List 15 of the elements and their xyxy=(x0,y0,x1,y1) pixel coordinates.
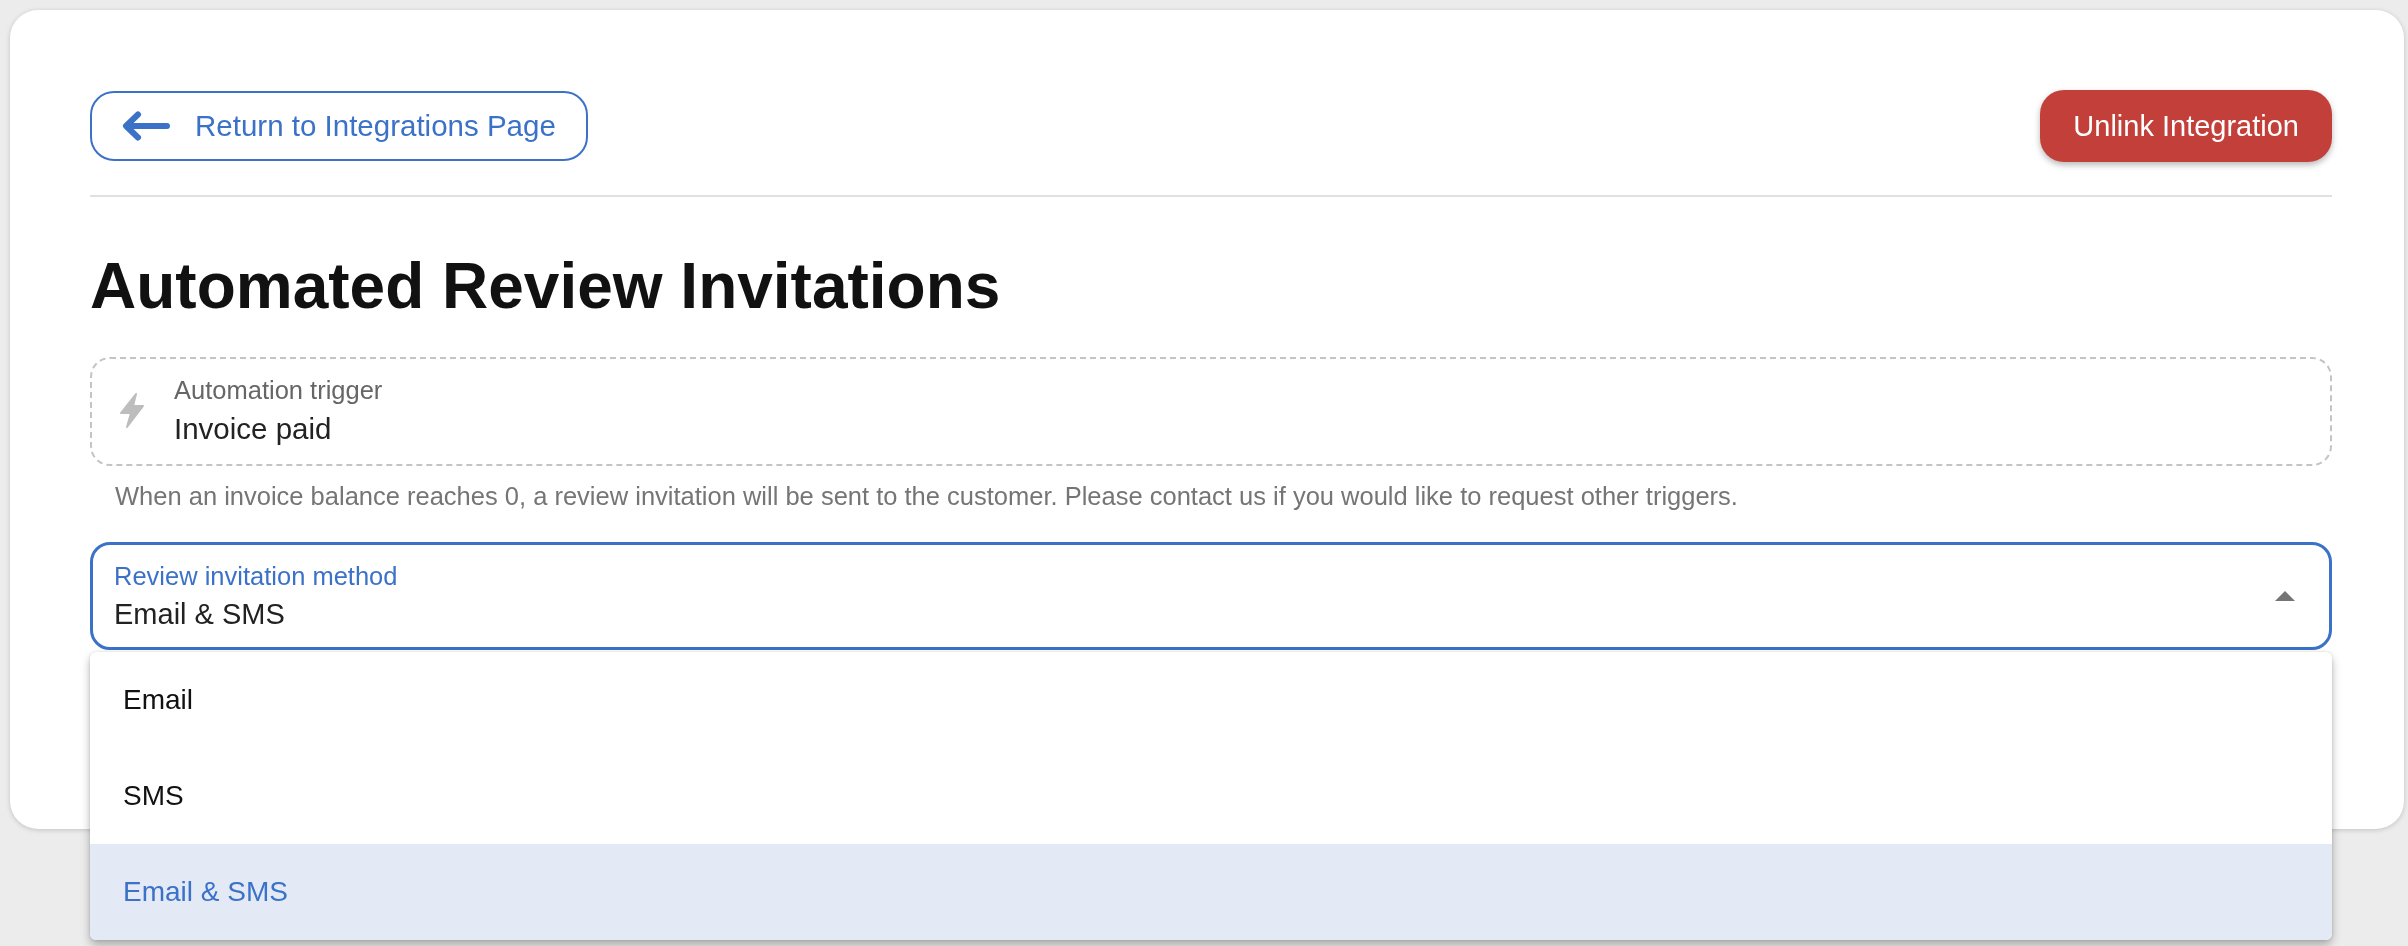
field-value: Invoice paid xyxy=(174,412,332,446)
field-value: Email & SMS xyxy=(114,597,285,631)
helper-text: When an invoice balance reaches 0, a review invitation will be sent to the customer. Please contact us if you would like to request other triggers. xyxy=(115,481,1738,511)
menu-option[interactable]: SMS xyxy=(90,748,2332,844)
menu-option[interactable]: Email xyxy=(90,652,2332,748)
field-label: Review invitation method xyxy=(114,561,398,591)
menu-option[interactable]: Email & SMS xyxy=(90,844,2332,940)
field-label: Automation trigger xyxy=(174,375,383,405)
back-button[interactable]: Return to Integrations Page xyxy=(90,91,588,161)
lightning-bolt-icon xyxy=(118,393,146,428)
select-field[interactable]: Review invitation method Email & SMS xyxy=(90,542,2332,650)
unlink-button[interactable]: Unlink Integration xyxy=(2040,90,2332,162)
arrow-left-icon xyxy=(121,111,170,141)
page-title: Automated Review Invitations xyxy=(90,254,1001,318)
caret-icon xyxy=(2275,591,2295,601)
